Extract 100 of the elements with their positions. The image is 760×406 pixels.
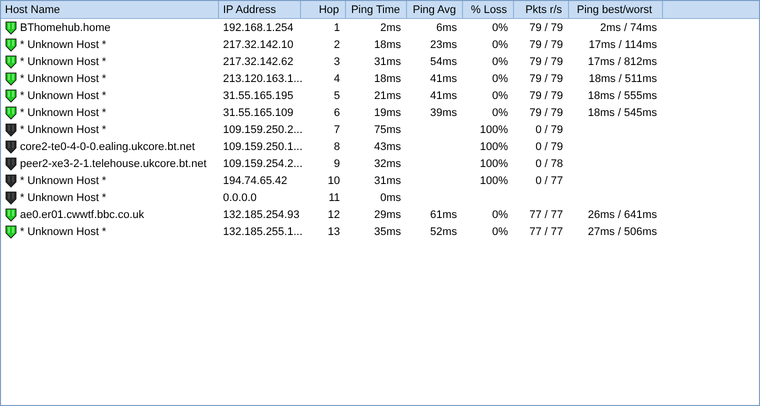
table-cell: 192.168.1.254 bbox=[223, 22, 294, 34]
table-cell: 31ms bbox=[374, 56, 401, 68]
table-cell: 77 / 77 bbox=[529, 208, 563, 220]
table-cell: 0% bbox=[492, 208, 508, 220]
table-cell: 7 bbox=[334, 124, 340, 136]
table-cell: 0% bbox=[492, 106, 508, 118]
table-cell: 100% bbox=[480, 158, 508, 170]
table-cell: 13 bbox=[328, 226, 340, 238]
table-cell: 10 bbox=[328, 174, 340, 186]
table-cell: 0ms bbox=[380, 192, 401, 204]
table-cell: 52ms bbox=[430, 226, 457, 238]
table-cell: * Unknown Host * bbox=[20, 226, 106, 238]
table-cell: 21ms bbox=[374, 90, 401, 102]
table-cell: 194.74.65.42 bbox=[223, 174, 288, 186]
table-cell: 26ms / 641ms bbox=[588, 208, 657, 220]
table-cell: * Unknown Host * bbox=[20, 124, 106, 136]
table-cell: 213.120.163.1... bbox=[223, 72, 303, 84]
table-cell: 54ms bbox=[430, 56, 457, 68]
table-cell: 18ms / 545ms bbox=[588, 106, 657, 118]
table-cell: 18ms bbox=[374, 38, 401, 50]
table-cell: 75ms bbox=[374, 124, 401, 136]
table-cell: 6ms bbox=[436, 22, 457, 34]
table-cell: 0 / 79 bbox=[535, 124, 563, 136]
table-cell: 11 bbox=[328, 192, 340, 204]
table-cell: * Unknown Host * bbox=[20, 174, 106, 186]
table-cell: 0% bbox=[492, 22, 508, 34]
table-cell: 35ms bbox=[374, 226, 401, 238]
table-cell: 41ms bbox=[430, 90, 457, 102]
column-header[interactable]: IP Address bbox=[219, 1, 301, 18]
table-cell: 100% bbox=[480, 140, 508, 152]
table-cell: 0 / 77 bbox=[535, 174, 563, 186]
table-cell: 18ms / 511ms bbox=[588, 72, 657, 84]
table-cell: 79 / 79 bbox=[529, 106, 563, 118]
column-header[interactable]: Pkts r/s bbox=[514, 1, 569, 18]
table-cell: 61ms bbox=[430, 208, 457, 220]
table-cell: 17ms / 114ms bbox=[588, 38, 657, 50]
table-cell: 77 / 77 bbox=[529, 226, 563, 238]
table-cell: 79 / 79 bbox=[529, 22, 563, 34]
table-cell: 18ms bbox=[374, 72, 401, 84]
table-cell: 100% bbox=[480, 124, 508, 136]
table-cell: 217.32.142.62 bbox=[223, 56, 294, 68]
column-header[interactable]: % Loss bbox=[463, 1, 514, 18]
table-cell: 109.159.254.2... bbox=[223, 158, 303, 170]
table-cell: 0 / 79 bbox=[535, 140, 563, 152]
table-cell: 43ms bbox=[374, 140, 401, 152]
table-cell: 0% bbox=[492, 38, 508, 50]
table-cell: 79 / 79 bbox=[529, 56, 563, 68]
table-cell: 18ms / 555ms bbox=[588, 90, 657, 102]
table-cell: 0% bbox=[492, 226, 508, 238]
column-header[interactable]: Ping Avg bbox=[407, 1, 463, 18]
table-cell: 109.159.250.1... bbox=[223, 140, 303, 152]
table-cell: * Unknown Host * bbox=[20, 90, 106, 102]
table-cell: 2ms / 74ms bbox=[600, 22, 657, 34]
table-cell: 0.0.0.0 bbox=[223, 192, 257, 204]
table-cell: 79 / 79 bbox=[529, 72, 563, 84]
column-header[interactable]: Hop bbox=[301, 1, 346, 18]
column-header[interactable]: Ping best/worst bbox=[569, 1, 663, 18]
table-cell: 32ms bbox=[374, 158, 401, 170]
table-cell: * Unknown Host * bbox=[20, 56, 106, 68]
table-cell: * Unknown Host * bbox=[20, 72, 106, 84]
table-cell: peer2-xe3-2-1.telehouse.ukcore.bt.net bbox=[20, 158, 207, 170]
table-cell: 3 bbox=[334, 56, 340, 68]
table-cell: 0 / 78 bbox=[535, 158, 563, 170]
table-cell: 29ms bbox=[374, 208, 401, 220]
table-cell: * Unknown Host * bbox=[20, 192, 106, 204]
table-cell: 39ms bbox=[430, 106, 457, 118]
table-cell: 217.32.142.10 bbox=[223, 38, 294, 50]
table-cell: 31.55.165.109 bbox=[223, 106, 294, 118]
table-cell: * Unknown Host * bbox=[20, 106, 106, 118]
table-cell: 5 bbox=[334, 90, 340, 102]
table-cell: 0% bbox=[492, 90, 508, 102]
table-cell: 4 bbox=[334, 72, 340, 84]
table-cell: 17ms / 812ms bbox=[588, 56, 657, 68]
table-cell: 132.185.255.1... bbox=[223, 226, 303, 238]
table-cell: 19ms bbox=[374, 106, 401, 118]
table-cell: 23ms bbox=[430, 38, 457, 50]
table-cell: 31ms bbox=[374, 174, 401, 186]
table-cell: * Unknown Host * bbox=[20, 38, 106, 50]
table-cell: 0% bbox=[492, 56, 508, 68]
table-cell: 79 / 79 bbox=[529, 90, 563, 102]
table-cell: ae0.er01.cwwtf.bbc.co.uk bbox=[20, 208, 144, 220]
table-cell: 31.55.165.195 bbox=[223, 90, 294, 102]
table-cell: 0% bbox=[492, 72, 508, 84]
table-cell: 27ms / 506ms bbox=[588, 226, 657, 238]
table-cell: BThomehub.home bbox=[20, 22, 110, 34]
column-header[interactable]: Ping Time bbox=[346, 1, 407, 18]
column-header[interactable]: Host Name bbox=[1, 1, 219, 18]
table-cell: 79 / 79 bbox=[529, 38, 563, 50]
table-cell: 9 bbox=[334, 158, 340, 170]
table-cell: core2-te0-4-0-0.ealing.ukcore.bt.net bbox=[20, 140, 195, 152]
table-cell: 12 bbox=[328, 208, 340, 220]
table-cell: 132.185.254.93 bbox=[223, 208, 300, 220]
table-cell: 1 bbox=[334, 22, 340, 34]
table-cell: 2 bbox=[334, 38, 340, 50]
table-cell: 8 bbox=[334, 140, 340, 152]
table-cell: 109.159.250.2... bbox=[223, 124, 303, 136]
table-cell: 2ms bbox=[380, 22, 401, 34]
table-cell: 100% bbox=[480, 174, 508, 186]
table-cell: 41ms bbox=[430, 72, 457, 84]
table-cell: 6 bbox=[334, 106, 340, 118]
